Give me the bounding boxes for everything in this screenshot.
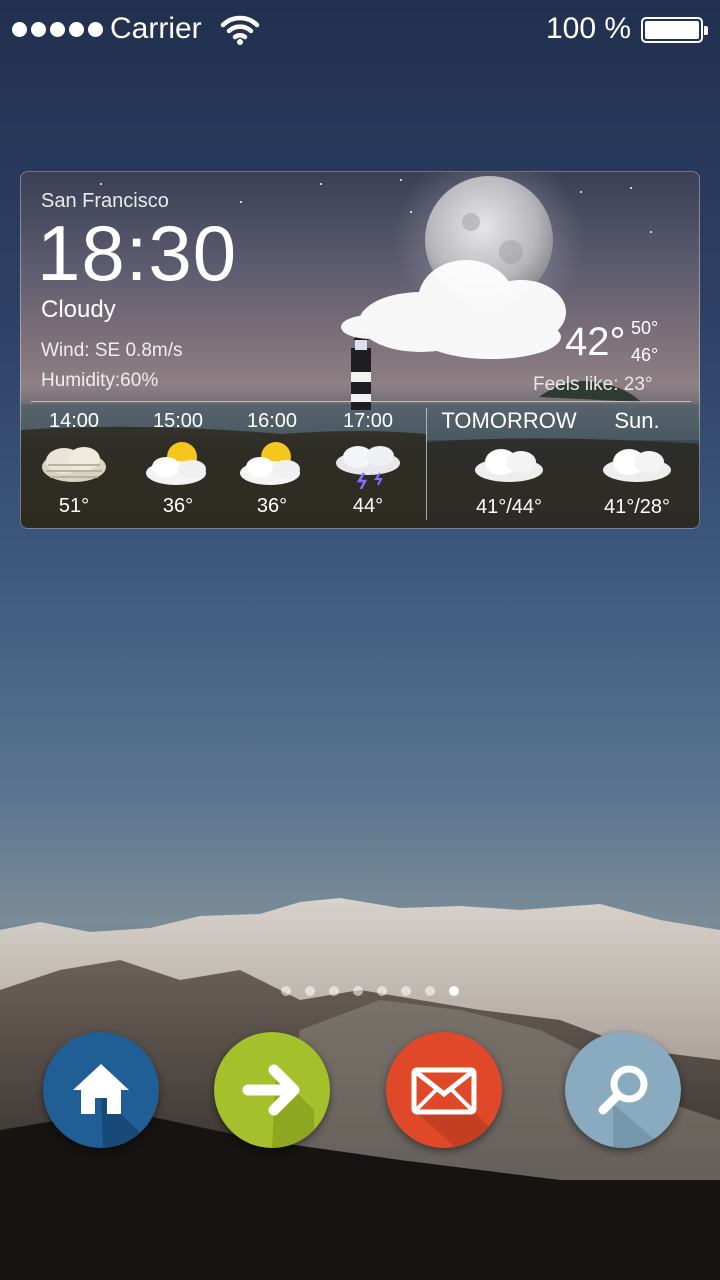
arrow-right-icon — [214, 1032, 330, 1148]
forecast-temperature: 41°/44° — [475, 496, 543, 518]
daily-forecast-item: Sun. 41°/28° — [577, 408, 697, 519]
weather-widget[interactable]: San Francisco 18:30 Cloudy Wind: SE 0.8m… — [20, 171, 700, 529]
carrier-name: Carrier — [110, 12, 202, 45]
forecast-temperature: 36° — [162, 495, 194, 517]
daily-forecast-item: TOMORROW 41°/44° — [439, 408, 579, 519]
partly-cloudy-haze-icon — [42, 447, 106, 482]
cloudy-icon — [475, 449, 543, 482]
status-bar: Carrier 100 % — [0, 0, 720, 60]
wifi-icon — [220, 15, 260, 45]
page-dot-active[interactable] — [449, 986, 459, 996]
battery-icon — [641, 17, 708, 43]
sun-cloud-icon — [146, 442, 206, 485]
search-app-button[interactable] — [565, 1032, 681, 1148]
forecast-day: Sun. — [614, 408, 660, 433]
hourly-forecast-item: 15:00 36° — [133, 410, 223, 518]
current-temperature: 42° — [565, 320, 626, 364]
page-dot[interactable] — [377, 986, 387, 996]
page-dot[interactable] — [305, 986, 315, 996]
forecast-temperature: 36° — [256, 495, 288, 517]
hourly-forecast-item: 16:00 36° — [227, 410, 317, 518]
page-dot[interactable] — [425, 986, 435, 996]
forecast-temperature: 44° — [352, 495, 384, 517]
thunderstorm-icon — [336, 446, 400, 489]
hourly-forecast-item: 17:00 44° — [323, 410, 413, 518]
forecast-divider — [31, 401, 691, 402]
mail-app-button[interactable] — [386, 1032, 502, 1148]
page-indicator[interactable] — [281, 986, 459, 996]
forecast-time: 14:00 — [48, 410, 100, 432]
cloudy-icon — [603, 449, 671, 482]
battery-percentage: 100 % — [546, 12, 632, 45]
sun-cloud-icon — [240, 442, 300, 485]
feels-like: Feels like: 23° — [533, 374, 653, 395]
page-dot[interactable] — [401, 986, 411, 996]
page-dot[interactable] — [353, 986, 363, 996]
high-temperature: 50° — [631, 318, 659, 338]
hourly-forecast-item: 14:00 51° — [29, 410, 119, 518]
current-time: 18:30 — [37, 209, 238, 297]
forecast-time: 17:00 — [342, 410, 394, 432]
hourly-daily-divider — [426, 408, 427, 520]
mail-icon — [386, 1032, 502, 1148]
signal-strength-icon — [12, 22, 103, 37]
low-temperature: 46° — [631, 345, 659, 365]
page-dot[interactable] — [329, 986, 339, 996]
forecast-day: TOMORROW — [441, 408, 577, 433]
weather-condition: Cloudy — [41, 296, 116, 323]
humidity-info: Humidity:60% — [41, 370, 159, 391]
home-icon — [43, 1032, 159, 1148]
page-dot[interactable] — [281, 986, 291, 996]
home-app-button[interactable] — [43, 1032, 159, 1148]
forecast-time: 15:00 — [152, 410, 204, 432]
forecast-time: 16:00 — [246, 410, 298, 432]
wind-info: Wind: SE 0.8m/s — [41, 340, 183, 361]
search-icon — [565, 1032, 681, 1148]
forward-app-button[interactable] — [214, 1032, 330, 1148]
forecast-temperature: 41°/28° — [603, 496, 671, 518]
forecast-temperature: 51° — [58, 495, 90, 517]
